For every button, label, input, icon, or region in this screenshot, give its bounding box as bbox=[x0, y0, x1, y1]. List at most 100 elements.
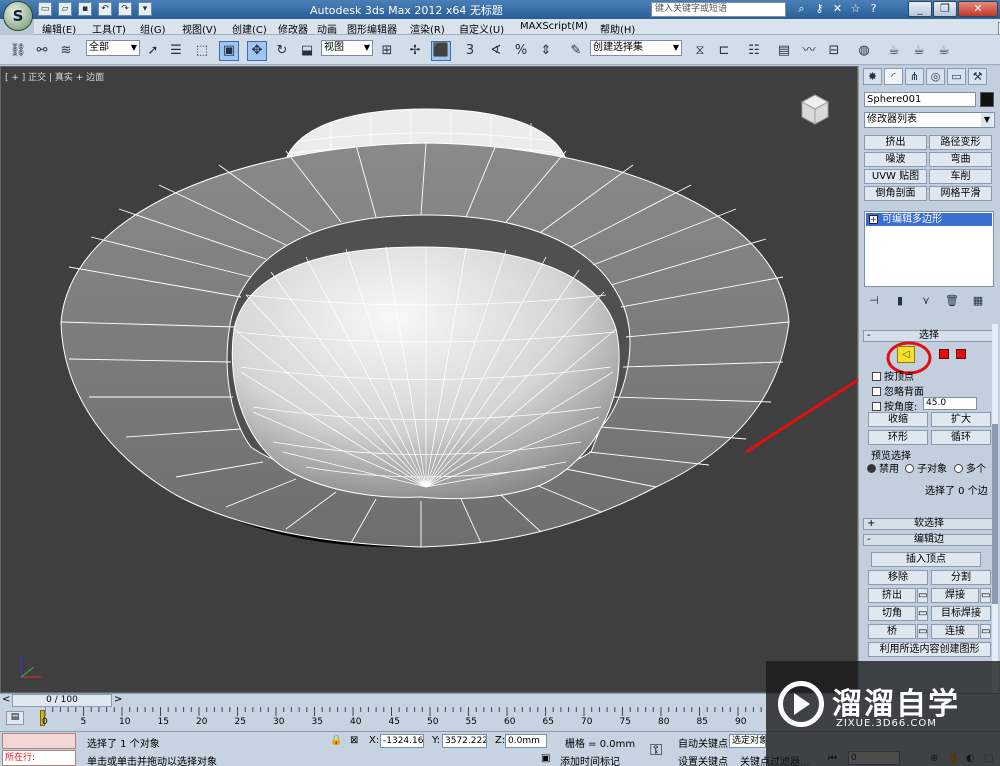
loop-button[interactable]: 循环 bbox=[931, 430, 991, 445]
save-file-icon[interactable]: ▪ bbox=[78, 2, 92, 16]
unlink-icon[interactable]: ⚯ bbox=[32, 41, 52, 61]
add-time-tag-button[interactable]: 添加时间标记 bbox=[560, 753, 620, 766]
soft-selection-rollout-header[interactable]: + 软选择 bbox=[863, 518, 995, 530]
undo-icon[interactable]: ↶ bbox=[98, 2, 112, 16]
z-coord-field[interactable]: 0.0mm bbox=[505, 734, 547, 748]
viewport[interactable]: [ + ] 正交 | 真实 + 边面 bbox=[0, 66, 859, 694]
connect-button[interactable]: 连接 bbox=[931, 624, 979, 639]
percent-snap-icon[interactable]: % bbox=[511, 41, 531, 61]
x-coord-field[interactable]: -1324.163 bbox=[380, 734, 424, 748]
menu-edit[interactable]: 编辑(E) bbox=[42, 21, 76, 36]
edge-mode-icon[interactable]: ◁ bbox=[897, 346, 915, 363]
scrollbar-thumb[interactable] bbox=[992, 424, 998, 604]
align-icon[interactable]: ⊏ bbox=[714, 41, 734, 61]
make-unique-icon[interactable]: ⋎ bbox=[919, 294, 933, 308]
material-editor-icon[interactable]: ◍ bbox=[854, 41, 874, 61]
restore-icon[interactable]: ❐ bbox=[933, 1, 957, 17]
mini-curve-editor-icon[interactable]: ▤ bbox=[6, 711, 24, 725]
bind-space-warp-icon[interactable]: ≋ bbox=[56, 41, 76, 61]
split-button[interactable]: 分割 bbox=[931, 570, 991, 585]
link-icon[interactable]: ⛓ bbox=[8, 41, 28, 61]
polygon-mode-icon[interactable] bbox=[939, 349, 949, 359]
command-panel-scrollbar[interactable] bbox=[992, 324, 998, 693]
chamfer-settings-icon[interactable]: ▭ bbox=[917, 606, 928, 621]
preview-off-radio[interactable]: 禁用 bbox=[867, 460, 899, 475]
modifier-extrude-button[interactable]: 挤出 bbox=[864, 135, 927, 150]
by-angle-checkbox[interactable]: 按角度: bbox=[872, 398, 917, 413]
menu-rendering[interactable]: 渲染(R) bbox=[410, 21, 445, 36]
select-by-name-icon[interactable]: ☰ bbox=[166, 41, 186, 61]
modifier-list-dropdown[interactable]: 修改器列表 ▼ bbox=[864, 112, 995, 128]
time-tag-icon[interactable]: ▣ bbox=[541, 753, 550, 764]
search-input[interactable]: 键入关键字或短语 bbox=[651, 2, 786, 17]
edit-edges-rollout-header[interactable]: - 编辑边 bbox=[863, 534, 995, 546]
render-production-icon[interactable]: ☕ bbox=[934, 41, 954, 61]
angle-snap-icon[interactable]: ∢ bbox=[486, 41, 506, 61]
layer-manager-icon[interactable]: ☷ bbox=[744, 41, 764, 61]
dropdown-icon[interactable]: ▾ bbox=[138, 2, 152, 16]
grow-button[interactable]: 扩大 bbox=[931, 412, 991, 427]
schematic-view-icon[interactable]: ⊟ bbox=[824, 41, 844, 61]
ignore-backfacing-checkbox[interactable]: 忽略背面 bbox=[872, 383, 924, 398]
weld-button[interactable]: 焊接 bbox=[931, 588, 979, 603]
prev-frame-icon[interactable]: < bbox=[2, 694, 10, 705]
menu-group[interactable]: 组(G) bbox=[140, 21, 166, 36]
create-shape-button[interactable]: 利用所选内容创建图形 bbox=[868, 642, 991, 657]
menu-graph-editors[interactable]: 图形编辑器 bbox=[347, 21, 397, 36]
new-file-icon[interactable]: ▭ bbox=[38, 2, 52, 16]
preview-multi-radio[interactable]: 多个 bbox=[954, 460, 986, 475]
object-color-swatch[interactable] bbox=[980, 92, 994, 107]
edit-named-sets-icon[interactable]: ✎ bbox=[566, 41, 586, 61]
rect-selection-icon[interactable]: ⬚ bbox=[192, 41, 212, 61]
modify-tab-icon[interactable]: ◜ bbox=[884, 68, 903, 85]
motion-tab-icon[interactable]: ◎ bbox=[926, 68, 945, 85]
exchange-icon[interactable]: ✕ bbox=[831, 2, 844, 16]
utilities-tab-icon[interactable]: ⚒ bbox=[968, 68, 987, 85]
graphite-tools-icon[interactable]: ▤ bbox=[774, 41, 794, 61]
menu-customize[interactable]: 自定义(U) bbox=[459, 21, 504, 36]
remove-modifier-icon[interactable]: 🗑 bbox=[945, 294, 959, 308]
pin-stack-icon[interactable]: ⊣ bbox=[867, 294, 881, 308]
extrude-button[interactable]: 挤出 bbox=[868, 588, 916, 603]
star-icon[interactable]: ☆ bbox=[849, 2, 862, 16]
preview-subobj-radio[interactable]: 子对象 bbox=[905, 460, 947, 475]
pivot-center-icon[interactable]: ⊞ bbox=[377, 41, 397, 61]
binoculars-icon[interactable]: ⌕ bbox=[795, 2, 808, 16]
sphere-mesh[interactable] bbox=[1, 67, 859, 694]
close-icon[interactable]: ✕ bbox=[958, 1, 998, 17]
absolute-mode-icon[interactable]: ⊠ bbox=[350, 735, 358, 746]
select-manipulate-icon[interactable]: ✢ bbox=[405, 41, 425, 61]
app-logo-icon[interactable]: S bbox=[3, 1, 33, 31]
menu-tools[interactable]: 工具(T) bbox=[92, 21, 126, 36]
modifier-bend-button[interactable]: 弯曲 bbox=[929, 152, 992, 167]
snaps-toggle-icon[interactable]: 3 bbox=[460, 41, 480, 61]
named-selection-dropdown[interactable]: 创建选择集 ▼ bbox=[590, 40, 682, 56]
redo-icon[interactable]: ↷ bbox=[118, 2, 132, 16]
menu-help[interactable]: 帮助(H) bbox=[600, 21, 635, 36]
rendered-frame-icon[interactable]: ☕ bbox=[909, 41, 929, 61]
stack-item-editable-poly[interactable]: + 可编辑多边形 bbox=[866, 213, 992, 226]
shrink-button[interactable]: 收缩 bbox=[868, 412, 928, 427]
insert-vertex-button[interactable]: 插入顶点 bbox=[871, 552, 981, 567]
select-scale-icon[interactable]: ⬓ bbox=[297, 41, 317, 61]
menu-views[interactable]: 视图(V) bbox=[182, 21, 217, 36]
modifier-uvw-button[interactable]: UVW 贴图 bbox=[864, 169, 927, 184]
menu-maxscript[interactable]: MAXScript(M) bbox=[520, 21, 588, 32]
extrude-settings-icon[interactable]: ▭ bbox=[917, 588, 928, 603]
element-mode-icon[interactable] bbox=[956, 349, 966, 359]
key-icon[interactable]: ⚷ bbox=[813, 2, 826, 16]
target-weld-button[interactable]: 目标焊接 bbox=[931, 606, 991, 621]
modifier-stack[interactable]: + 可编辑多边形 bbox=[864, 211, 994, 287]
bridge-button[interactable]: 桥 bbox=[868, 624, 916, 639]
menu-create[interactable]: 创建(C) bbox=[232, 21, 267, 36]
angle-spinner[interactable]: 45.0 bbox=[923, 397, 977, 410]
weld-settings-icon[interactable]: ▭ bbox=[980, 588, 991, 603]
hierarchy-tab-icon[interactable]: ⋔ bbox=[905, 68, 924, 85]
maxscript-listener[interactable] bbox=[2, 733, 76, 749]
menu-modifiers[interactable]: 修改器 bbox=[278, 21, 308, 36]
selection-filter-dropdown[interactable]: 全部 ▼ bbox=[86, 40, 140, 56]
modifier-meshsmooth-button[interactable]: 网格平滑 bbox=[929, 186, 992, 201]
window-crossing-icon[interactable]: ▣ bbox=[219, 41, 239, 61]
modifier-bevelprofile-button[interactable]: 倒角剖面 bbox=[864, 186, 927, 201]
expand-icon[interactable]: + bbox=[869, 215, 878, 224]
